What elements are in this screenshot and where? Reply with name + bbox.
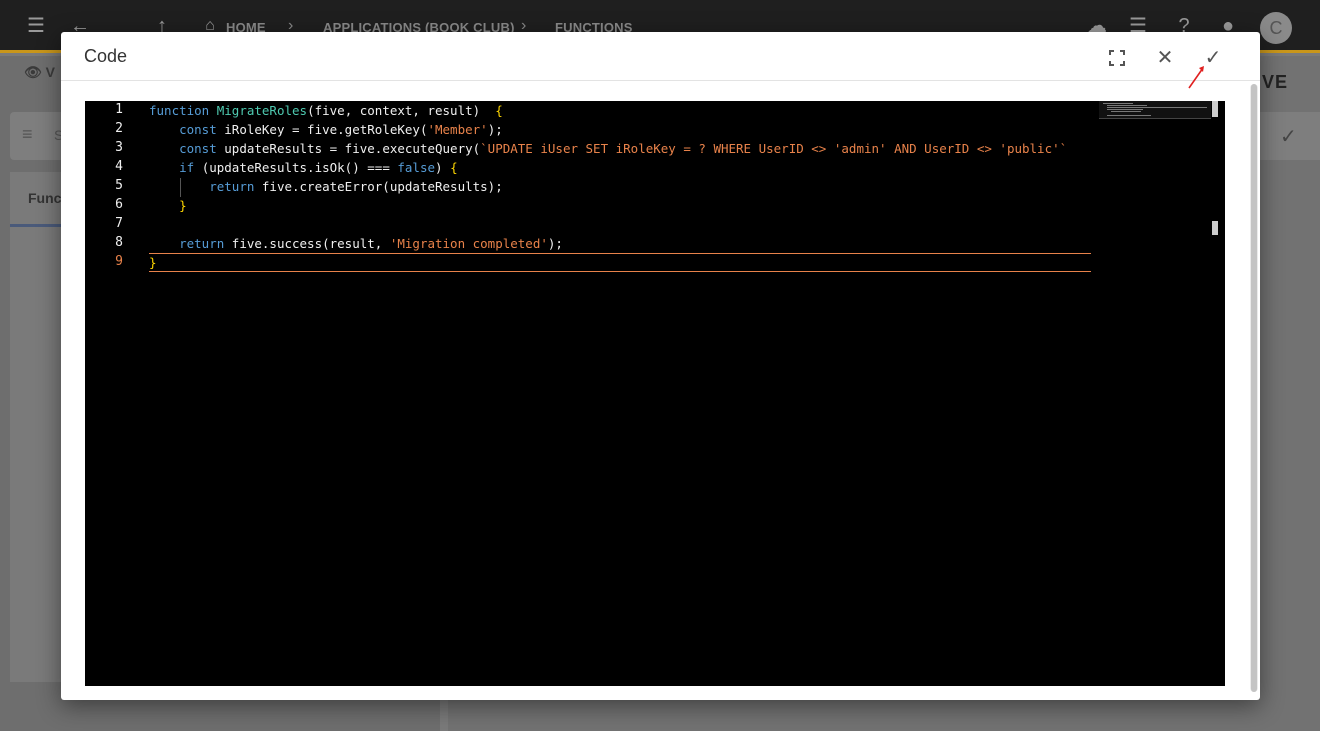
line-number: 7 [115,216,123,231]
keyword: function [149,103,210,118]
minimap[interactable] [1099,101,1211,119]
brand-logo: VE [1262,72,1289,92]
brace: } [149,255,157,270]
fullscreen-icon[interactable] [1102,43,1132,73]
brace: { [495,103,503,118]
string: `UPDATE iUser SET iRoleKey = ? WHERE Use… [480,141,1068,156]
code-editor[interactable]: 1 2 3 4 5 6 7 8 9 function MigrateRoles(… [85,101,1225,686]
code-text: ); [547,236,563,251]
string: 'Member' [427,122,488,137]
dialog-title: Code [84,46,128,66]
code-line-9: } [149,253,157,272]
code-line-6: } [149,196,187,215]
avatar[interactable]: C [1260,12,1292,44]
code-content[interactable]: function MigrateRoles(five, context, res… [149,101,1091,686]
view-label: 👁 V [24,64,56,80]
code-line-8: return five.success(result, 'Migration c… [149,234,563,253]
brace: } [179,198,187,213]
code-line-2: const iRoleKey = five.getRoleKey('Member… [149,120,503,139]
fullscreen-icon-svg [1109,50,1125,66]
editor-scroll-marker [1212,221,1218,235]
code-text: updateResults = five.executeQuery( [216,141,481,156]
close-icon[interactable]: ✕ [1150,43,1180,73]
keyword: return [209,179,255,194]
minimap-line [1111,111,1141,112]
keyword: false [397,160,436,175]
code-text: five.success(result, [224,236,390,251]
keyword: return [179,236,225,251]
keyword: const [179,122,217,137]
line-number-gutter: 1 2 3 4 5 6 7 8 9 [85,101,145,686]
line-number-active: 9 [115,254,123,269]
line-number: 8 [115,235,123,250]
dialog-header: Code ✕ ✓ [61,32,1260,81]
dialog-scrollbar-thumb[interactable] [1251,84,1257,692]
line-number: 2 [115,121,123,136]
line-number: 5 [115,178,123,193]
line-number: 3 [115,140,123,155]
filter-icon[interactable]: ≡ [22,124,33,145]
editor-scrollbar[interactable] [1211,101,1219,686]
view-label-text: V [45,64,56,80]
function-name: MigrateRoles [216,103,308,118]
line-number: 6 [115,197,123,212]
code-line-4: if (updateResults.isOk() === false) { [149,158,458,177]
minimap-line [1103,103,1133,104]
minimap-line [1107,115,1151,116]
code-line-1: function MigrateRoles(five, context, res… [149,101,503,120]
minimap-line [1107,107,1207,108]
keyword: const [179,141,217,156]
keyword: if [179,160,195,175]
code-text: ) [435,160,451,175]
code-text: (updateResults.isOk() === [194,160,398,175]
string: 'Migration completed' [389,236,548,251]
code-text: iRoleKey = five.getRoleKey( [216,122,428,137]
editor-scroll-thumb[interactable] [1212,101,1218,117]
save-check-icon[interactable]: ✓ [1280,124,1297,149]
params: (five, context, result) [307,103,481,118]
minimap-line [1107,105,1147,106]
menu-icon[interactable]: ☰ [24,14,48,38]
line-number: 4 [115,159,123,174]
annotation-arrow-icon [1188,66,1204,89]
code-text: five.createError(updateResults); [254,179,503,194]
code-text: ); [487,122,503,137]
code-line-3: const updateResults = five.executeQuery(… [149,139,1067,158]
minimap-line [1107,109,1143,110]
code-line-5: return five.createError(updateResults); [149,177,503,196]
tab-indicator [10,224,62,227]
brace: { [450,160,458,175]
line-number: 1 [115,102,123,117]
code-dialog: Code ✕ ✓ 1 2 3 4 5 6 7 8 9 function Migr… [61,32,1260,700]
